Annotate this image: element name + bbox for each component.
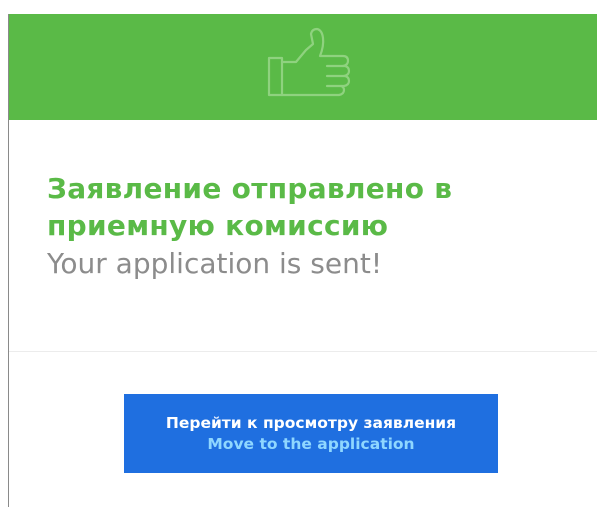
view-application-button[interactable]: Перейти к просмотру заявления Move to th… xyxy=(124,394,498,473)
confirmation-title-en: Your application is sent! xyxy=(47,247,383,280)
application-sent-dialog: Заявление отправлено в приемную комиссию… xyxy=(8,14,597,507)
view-application-label-en: Move to the application xyxy=(207,434,415,453)
success-banner xyxy=(9,14,597,120)
view-application-label-ru: Перейти к просмотру заявления xyxy=(165,413,457,432)
confirmation-title-ru: Заявление отправлено в приемную комиссию xyxy=(47,172,453,242)
divider xyxy=(9,351,597,352)
thumbs-up-icon xyxy=(267,27,351,97)
confirmation-message: Заявление отправлено в приемную комиссию… xyxy=(47,170,592,284)
